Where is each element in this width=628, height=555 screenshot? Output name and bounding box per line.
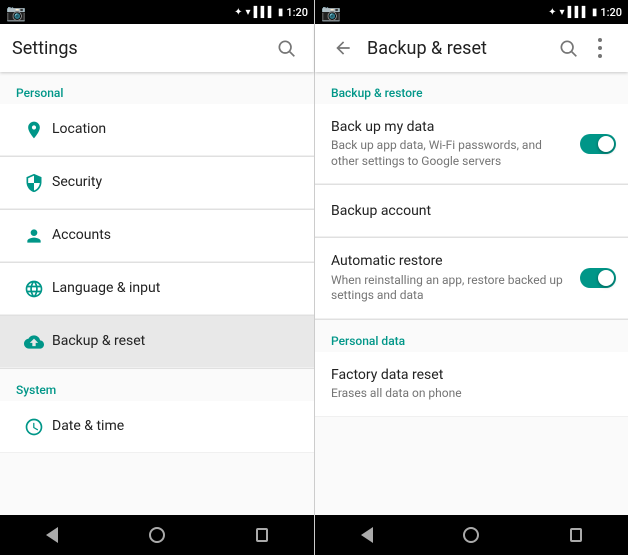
datetime-title: Date & time <box>52 417 298 435</box>
auto-restore-title: Automatic restore <box>331 252 572 270</box>
settings-title: Settings <box>12 38 270 59</box>
status-bar-left: 📷 ⬇ ✦ ▾ ▌▌▌ ▮ 1:20 <box>0 0 314 24</box>
notification-icon: 📷 <box>6 3 26 22</box>
language-icon-wrapper <box>16 279 52 299</box>
backup-toolbar: Backup & reset <box>315 24 628 72</box>
factory-reset-subtitle: Erases all data on phone <box>331 386 612 402</box>
status-bar-right: 📷 ⬇ ✦ ▾ ▌▌▌ ▮ 1:20 <box>315 0 628 24</box>
accounts-icon-wrapper <box>16 226 52 246</box>
notification-icons: 📷 ⬇ <box>6 3 42 22</box>
sidebar-item-accounts[interactable]: Accounts <box>0 210 314 262</box>
settings-toolbar: Settings <box>0 24 314 72</box>
backup-my-data-text: Back up my data Back up app data, Wi-Fi … <box>331 118 572 169</box>
backup-icon-wrapper <box>16 332 52 352</box>
backup-text: Backup & reset <box>52 332 298 350</box>
recent-icon <box>256 528 268 542</box>
backup-account-item[interactable]: Backup account <box>315 185 628 237</box>
auto-restore-text: Automatic restore When reinstalling an a… <box>331 252 572 303</box>
notification-icon-r: 📷 <box>321 3 341 22</box>
location-title: Location <box>52 120 298 138</box>
settings-list: Personal Location Security <box>0 72 314 515</box>
recent-icon-right <box>570 528 582 542</box>
battery-icon: ▮ <box>278 7 284 18</box>
wifi-icon-r: ▾ <box>560 7 565 18</box>
sidebar-item-backup[interactable]: Backup & reset <box>0 316 314 368</box>
time-display-right: 1:20 <box>600 6 622 19</box>
nav-recent-button-right[interactable] <box>552 519 600 551</box>
notification-icon-r2: ⬇ <box>344 3 357 22</box>
status-icons-right2: ✦ ▾ ▌▌▌ ▮ 1:20 <box>548 6 622 19</box>
security-text: Security <box>52 173 298 191</box>
home-icon-right <box>463 527 479 543</box>
home-icon <box>149 527 165 543</box>
right-panel: 📷 ⬇ ✦ ▾ ▌▌▌ ▮ 1:20 Backup & reset <box>314 0 628 555</box>
personal-data-section-label: Personal data <box>315 320 628 352</box>
nav-back-button-right[interactable] <box>343 519 391 551</box>
backup-my-data-toggle[interactable] <box>580 134 616 154</box>
backup-account-title: Backup account <box>331 202 612 220</box>
datetime-text: Date & time <box>52 417 298 435</box>
signal-icon: ▌▌▌ <box>254 7 275 18</box>
language-text: Language & input <box>52 279 298 297</box>
nav-back-button[interactable] <box>28 519 76 551</box>
accounts-text: Accounts <box>52 226 298 244</box>
factory-reset-item[interactable]: Factory data reset Erases all data on ph… <box>315 352 628 417</box>
security-icon-wrapper <box>16 173 52 193</box>
backup-my-data-subtitle: Back up app data, Wi-Fi passwords, and o… <box>331 138 572 169</box>
backup-panel-title: Backup & reset <box>367 38 552 59</box>
backup-restore-section-label: Backup & restore <box>315 72 628 104</box>
location-text: Location <box>52 120 298 138</box>
auto-restore-subtitle: When reinstalling an app, restore backed… <box>331 273 572 304</box>
nav-home-button-right[interactable] <box>447 519 495 551</box>
auto-restore-toggle[interactable] <box>580 268 616 288</box>
more-options-button[interactable] <box>584 32 616 64</box>
status-icons-right: ✦ ▾ ▌▌▌ ▮ 1:20 <box>234 6 308 19</box>
sidebar-item-location[interactable]: Location <box>0 104 314 156</box>
back-button[interactable] <box>327 32 359 64</box>
nav-bar-right <box>315 515 628 555</box>
back-icon <box>46 527 58 543</box>
nav-recent-button[interactable] <box>238 519 286 551</box>
factory-reset-text: Factory data reset Erases all data on ph… <box>331 366 612 402</box>
accounts-title: Accounts <box>52 226 298 244</box>
left-panel: 📷 ⬇ ✦ ▾ ▌▌▌ ▮ 1:20 Settings Personal <box>0 0 314 555</box>
backup-account-text: Backup account <box>331 202 612 220</box>
search-button-right[interactable] <box>552 32 584 64</box>
signal-icon-r: ▌▌▌ <box>568 7 589 18</box>
datetime-icon-wrapper <box>16 417 52 437</box>
auto-restore-item[interactable]: Automatic restore When reinstalling an a… <box>315 238 628 318</box>
backup-title: Backup & reset <box>52 332 298 350</box>
search-button[interactable] <box>270 32 302 64</box>
nav-bar-left <box>0 515 314 555</box>
security-title: Security <box>52 173 298 191</box>
backup-my-data-title: Back up my data <box>331 118 572 136</box>
backup-my-data-item[interactable]: Back up my data Back up app data, Wi-Fi … <box>315 104 628 184</box>
factory-reset-title: Factory data reset <box>331 366 612 384</box>
location-icon-wrapper <box>16 120 52 140</box>
nav-home-button[interactable] <box>133 519 181 551</box>
section-system-label: System <box>0 369 314 401</box>
sidebar-item-language[interactable]: Language & input <box>0 263 314 315</box>
time-display: 1:20 <box>286 6 308 19</box>
sidebar-item-datetime[interactable]: Date & time <box>0 401 314 453</box>
sidebar-item-security[interactable]: Security <box>0 157 314 209</box>
section-personal-label: Personal <box>0 72 314 104</box>
bluetooth-icon-r: ✦ <box>548 7 556 18</box>
back-icon-right <box>361 527 373 543</box>
language-title: Language & input <box>52 279 298 297</box>
notification-icon2: ⬇ <box>29 3 42 22</box>
battery-icon-r: ▮ <box>592 7 598 18</box>
bluetooth-icon: ✦ <box>234 7 242 18</box>
wifi-icon: ▾ <box>246 7 251 18</box>
backup-list: Backup & restore Back up my data Back up… <box>315 72 628 515</box>
notification-icons-right: 📷 ⬇ <box>321 3 357 22</box>
